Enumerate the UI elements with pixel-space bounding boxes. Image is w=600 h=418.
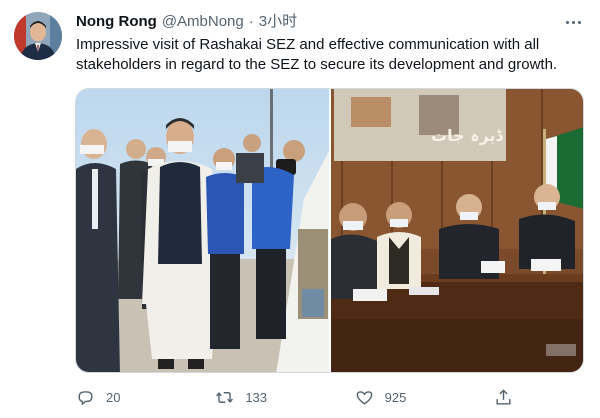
site-visit-photo[interactable]	[76, 89, 329, 372]
like-icon	[356, 390, 372, 405]
reply-button[interactable]: 20	[76, 388, 166, 407]
meeting-room-photo[interactable]: ڈیرہ جات	[330, 89, 583, 372]
banner-text: ڈیرہ جات	[431, 126, 504, 145]
retweet-count: 133	[245, 389, 268, 405]
share-icon	[496, 388, 511, 405]
more-icon[interactable]	[562, 12, 584, 32]
tweet-card: Nong Rong @AmbNong · 3小时 Impressive visi…	[0, 0, 600, 418]
timestamp[interactable]: 3小时	[259, 12, 297, 32]
retweet-button[interactable]: 133	[215, 388, 305, 407]
separator-dot: ·	[248, 13, 254, 30]
like-button[interactable]: 925	[355, 388, 445, 407]
avatar-image	[14, 12, 62, 60]
avatar[interactable]	[14, 12, 62, 60]
reply-icon	[78, 390, 93, 405]
reply-count: 20	[106, 389, 121, 405]
tweet-header: Nong Rong @AmbNong · 3小时	[76, 12, 297, 32]
retweet-icon	[216, 391, 234, 403]
display-name[interactable]: Nong Rong	[76, 12, 157, 32]
tweet-actions: 20 133 925	[76, 386, 516, 408]
tweet-text: Impressive visit of Rashakai SEZ and eff…	[76, 36, 558, 73]
user-handle[interactable]: @AmbNong	[162, 12, 244, 32]
like-count: 925	[384, 389, 407, 405]
share-button[interactable]	[494, 388, 516, 407]
media-grid: ڈیرہ جات	[75, 88, 584, 373]
